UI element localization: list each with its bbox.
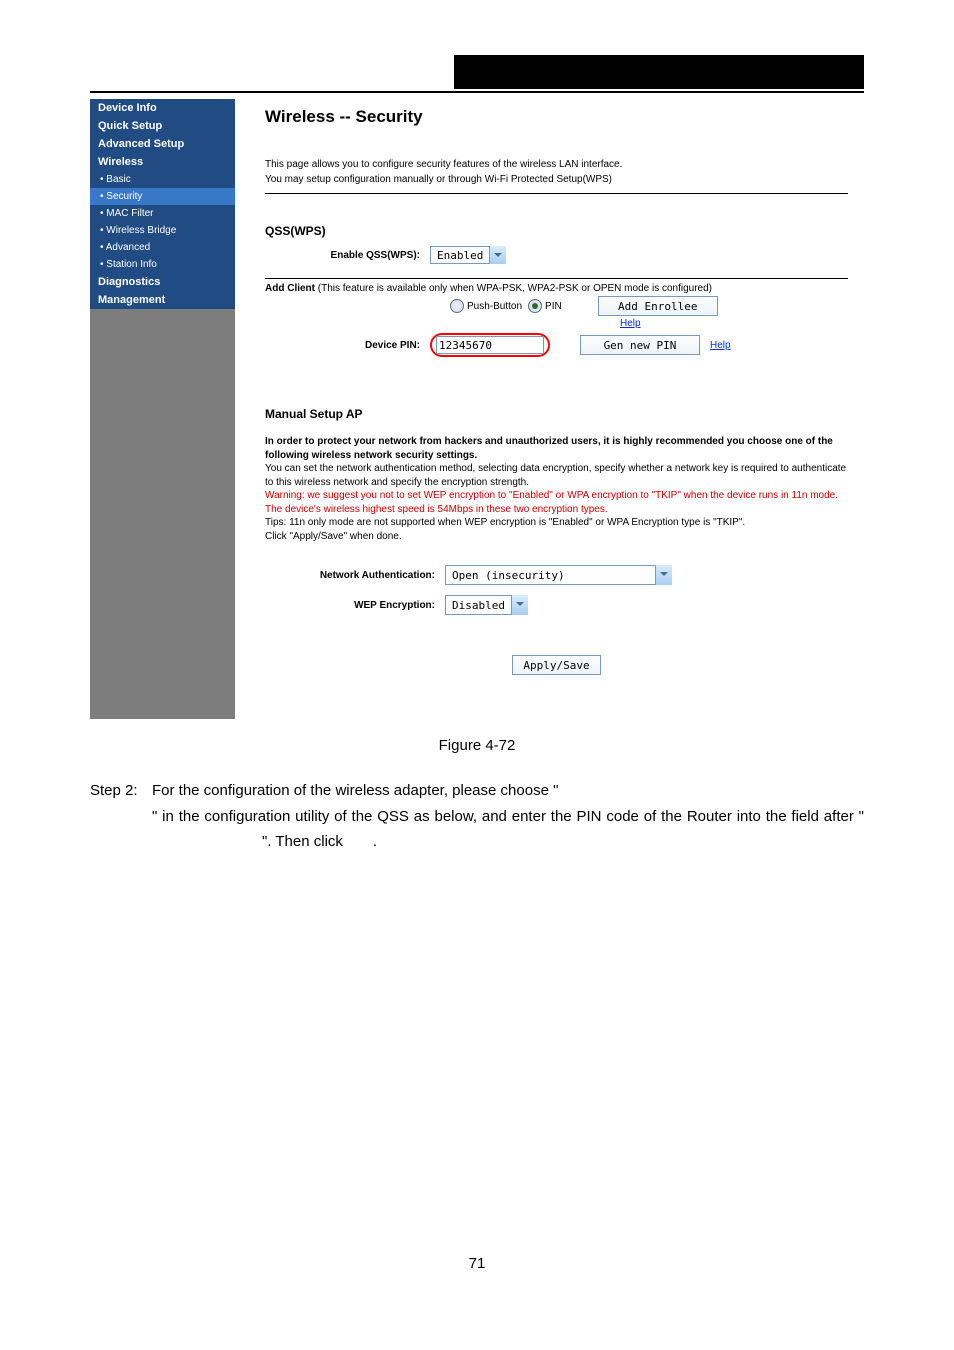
chevron-down-icon — [655, 565, 672, 585]
separator-2 — [265, 278, 848, 279]
nav-advanced-setup[interactable]: Advanced Setup — [90, 135, 235, 153]
highlight-oval — [430, 333, 550, 357]
nav-station-info[interactable]: • Station Info — [90, 256, 235, 273]
nav-wireless-bridge[interactable]: • Wireless Bridge — [90, 222, 235, 239]
figure-caption: Figure 4-72 — [90, 737, 864, 754]
gen-new-pin-button[interactable]: Gen new PIN — [580, 335, 700, 355]
header-rule — [90, 91, 864, 93]
radio-push-button-label: Push-Button — [467, 301, 522, 312]
step-2-text: Step 2:For the configuration of the wire… — [90, 778, 864, 855]
nav-basic[interactable]: • Basic — [90, 171, 235, 188]
content-panel: Wireless -- Security This page allows yo… — [235, 99, 864, 719]
chevron-down-icon — [511, 595, 528, 615]
nav-management[interactable]: Management — [90, 291, 235, 309]
device-pin-label: Device PIN: — [265, 340, 430, 351]
page-number: 71 — [90, 1255, 864, 1272]
add-enrollee-button[interactable]: Add Enrollee — [598, 296, 718, 316]
nav-quick-setup[interactable]: Quick Setup — [90, 117, 235, 135]
wep-label: WEP Encryption: — [265, 600, 445, 611]
add-client-line: Add Client (This feature is available on… — [265, 283, 848, 294]
page-title: Wireless -- Security — [265, 107, 848, 127]
step-line-2c: . — [373, 833, 377, 850]
help-link-1[interactable]: Help — [620, 318, 641, 329]
wep-select[interactable]: Disabled — [445, 595, 528, 615]
qss-heading: QSS(WPS) — [265, 224, 848, 238]
nav-advanced[interactable]: • Advanced — [90, 239, 235, 256]
manual-heading: Manual Setup AP — [265, 407, 848, 421]
device-pin-input[interactable] — [436, 336, 544, 354]
step-lead: Step 2: — [90, 778, 152, 804]
nav-wireless[interactable]: Wireless — [90, 153, 235, 171]
manual-para-2: Tips: 11n only mode are not supported wh… — [265, 517, 745, 528]
nav-device-info[interactable]: Device Info — [90, 99, 235, 117]
add-client-note: (This feature is available only when WPA… — [315, 283, 712, 294]
radio-off-icon — [450, 299, 464, 313]
nav-mac-filter[interactable]: • MAC Filter — [90, 205, 235, 222]
manual-para-bold: In order to protect your network from ha… — [265, 436, 833, 461]
enable-qss-select[interactable]: Enabled — [430, 246, 506, 264]
manual-para-3: Click "Apply/Save" when done. — [265, 531, 402, 542]
radio-on-icon — [528, 299, 542, 313]
net-auth-label: Network Authentication: — [265, 570, 445, 581]
nav-diagnostics[interactable]: Diagnostics — [90, 273, 235, 291]
radio-push-button[interactable]: Push-Button — [450, 299, 522, 313]
add-client-label: Add Client — [265, 283, 315, 294]
intro-text-1: This page allows you to configure securi… — [265, 157, 848, 172]
manual-para-1: You can set the network authentication m… — [265, 463, 846, 488]
nav-sidebar: Device Info Quick Setup Advanced Setup W… — [90, 99, 235, 719]
radio-pin-label: PIN — [545, 301, 562, 312]
enable-qss-label: Enable QSS(WPS): — [265, 250, 430, 261]
step-line-2b: ". Then click — [262, 833, 343, 850]
separator — [265, 193, 848, 194]
step-line-1a: For the configuration of the wireless ad… — [152, 782, 558, 799]
manual-para-warn: Warning: we suggest you not to set WEP e… — [265, 490, 838, 515]
nav-filler — [90, 309, 235, 719]
step-line-2a: the Router into the field after " — [661, 808, 864, 825]
nav-security[interactable]: • Security — [90, 188, 235, 205]
intro-text-2: You may setup configuration manually or … — [265, 172, 848, 187]
apply-save-button[interactable]: Apply/Save — [512, 655, 600, 675]
radio-pin[interactable]: PIN — [528, 299, 562, 313]
help-link-2[interactable]: Help — [710, 340, 731, 351]
net-auth-select[interactable]: Open (insecurity) — [445, 565, 672, 585]
header-black-bar — [90, 55, 864, 91]
step-line-1b: " in the configuration utility of the QS… — [152, 808, 656, 825]
router-screenshot: Device Info Quick Setup Advanced Setup W… — [90, 99, 864, 719]
chevron-down-icon — [489, 246, 506, 264]
